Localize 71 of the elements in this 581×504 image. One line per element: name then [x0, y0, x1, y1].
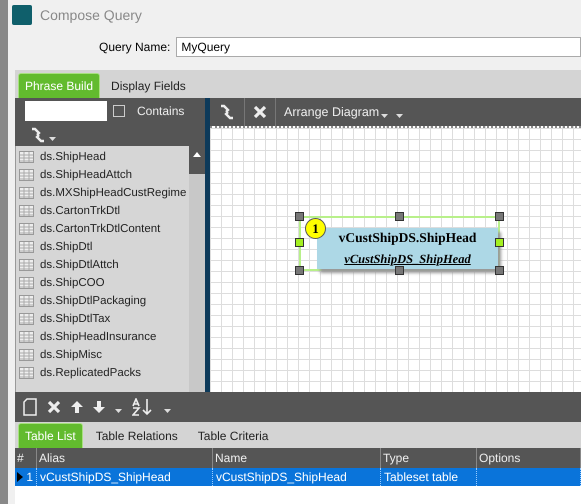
resize-handle[interactable] [395, 266, 404, 275]
resize-handle[interactable] [495, 266, 504, 275]
table-list-item[interactable]: ds.ShipDtl [40, 241, 92, 253]
table-icon [19, 277, 34, 289]
table-list-item[interactable]: ds.ShipDtlPackaging [40, 295, 146, 307]
contains-label: Contains [137, 104, 184, 118]
delete-icon[interactable] [253, 105, 267, 119]
caret-icon[interactable] [115, 409, 122, 413]
table-icon [19, 259, 34, 271]
column-header[interactable]: Name [213, 448, 381, 468]
table-list-item[interactable]: ds.ShipHeadInsurance [40, 331, 156, 343]
caret-icon[interactable] [49, 137, 56, 141]
app-logo-icon [12, 5, 32, 25]
resize-handle[interactable] [495, 212, 504, 221]
search-field[interactable] [25, 101, 107, 121]
contains-checkbox[interactable] [113, 105, 125, 117]
link-icon[interactable] [218, 103, 236, 121]
table-icon [19, 205, 34, 217]
up-arrow-icon[interactable] [71, 401, 83, 413]
resize-handle[interactable] [395, 212, 404, 221]
table-icon [19, 295, 34, 307]
query-name-field[interactable]: MyQuery [176, 37, 581, 57]
tab[interactable]: Display Fields [104, 73, 193, 98]
table-row[interactable]: 1 [15, 468, 37, 486]
scroll-up-icon[interactable] [193, 152, 201, 157]
table-list-item[interactable]: ds.ShipHeadAttch [40, 169, 132, 181]
tab[interactable]: Table Criteria [190, 423, 276, 448]
resize-handle[interactable] [295, 212, 304, 221]
table-cell: vCustShipDS_ShipHead [37, 468, 213, 486]
table-icon [19, 241, 34, 253]
table-icon [19, 223, 34, 235]
table-icon [19, 151, 34, 163]
table-icon [19, 349, 34, 361]
table-list-item[interactable]: ds.ReplicatedPacks [40, 367, 141, 379]
caret-icon[interactable] [164, 409, 171, 413]
node-number: 1 [305, 218, 326, 239]
query-name-label: Query Name: [99, 40, 170, 54]
down-arrow-icon[interactable] [93, 401, 105, 413]
delete-icon[interactable] [47, 400, 61, 414]
column-header[interactable]: Alias [37, 448, 213, 468]
sort-icon[interactable] [132, 398, 154, 416]
table-list-item[interactable]: ds.MXShipHeadCustRegime [40, 187, 186, 199]
table-list-item[interactable]: ds.CartonTrkDtl [40, 205, 120, 217]
node-alias: vCustShipDS_ShipHead [344, 252, 471, 267]
column-header[interactable]: # [15, 448, 37, 468]
arrange-diagram-button[interactable]: Arrange Diagram [284, 105, 380, 119]
table-cell: Tableset table [381, 468, 477, 486]
tab[interactable]: Table Relations [88, 423, 185, 448]
table-icon [19, 313, 34, 325]
resize-handle[interactable] [295, 266, 304, 275]
table-icon [19, 367, 34, 379]
new-icon[interactable] [23, 398, 37, 416]
table-icon [19, 331, 34, 343]
table-list-item[interactable]: ds.CartonTrkDtlContent [40, 223, 160, 235]
node-title: vCustShipDS.ShipHead [338, 230, 476, 246]
window-title: Compose Query [40, 7, 142, 23]
link-icon[interactable] [29, 126, 47, 144]
scrollbar[interactable] [189, 146, 205, 392]
row-pointer-icon [17, 472, 23, 482]
table-cell: vCustShipDS_ShipHead [213, 468, 381, 486]
column-header[interactable]: Options [477, 448, 581, 468]
column-header[interactable]: Type [381, 448, 477, 468]
resize-handle[interactable] [495, 238, 504, 247]
table-list-item[interactable]: ds.ShipHead [40, 151, 106, 163]
table-list-item[interactable]: ds.ShipDtlAttch [40, 259, 119, 271]
table-list-item[interactable]: ds.ShipMisc [40, 349, 102, 361]
table-icon [19, 169, 34, 181]
table-icon [19, 187, 34, 199]
table-list-item[interactable]: ds.ShipDtlTax [40, 313, 110, 325]
table-list-item[interactable]: ds.ShipCOO [40, 277, 105, 289]
resize-handle[interactable] [295, 238, 304, 247]
